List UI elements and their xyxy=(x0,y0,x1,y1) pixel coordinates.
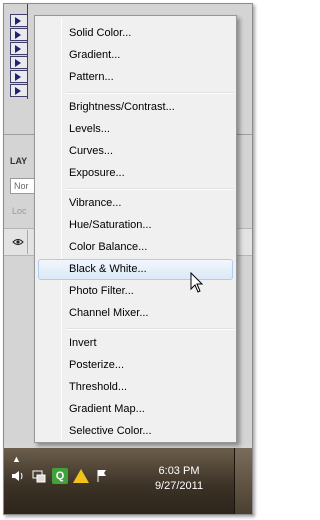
taskbar-clock[interactable]: 6:03 PM 9/27/2011 xyxy=(144,464,214,494)
menu-item-vibrance[interactable]: Vibrance... xyxy=(38,193,233,214)
adjustment-layer-menu: Solid Color... Gradient... Pattern... Br… xyxy=(34,15,237,443)
clock-time: 6:03 PM xyxy=(158,465,200,477)
action-expand-toggle[interactable] xyxy=(10,28,28,41)
warning-icon[interactable] xyxy=(73,468,89,484)
system-tray: Q xyxy=(10,468,110,484)
menu-item-curves[interactable]: Curves... xyxy=(38,141,233,162)
taskbar: ▲ Q 6:03 PM 9/27/2011 xyxy=(4,448,252,514)
lock-label: Loc xyxy=(12,206,27,216)
menu-item-threshold[interactable]: Threshold... xyxy=(38,377,233,398)
menu-item-hue-saturation[interactable]: Hue/Saturation... xyxy=(38,215,233,236)
eye-icon xyxy=(11,239,24,245)
menu-separator xyxy=(66,188,234,190)
menu-item-invert[interactable]: Invert xyxy=(38,333,233,354)
speaker-icon[interactable] xyxy=(10,468,26,484)
menu-item-gradient-map[interactable]: Gradient Map... xyxy=(38,399,233,420)
menu-item-exposure[interactable]: Exposure... xyxy=(38,163,233,184)
show-desktop-button[interactable] xyxy=(234,448,252,514)
show-hidden-icons-icon[interactable]: ▲ xyxy=(12,454,21,464)
menu-item-gradient[interactable]: Gradient... xyxy=(38,45,233,66)
action-expand-toggle[interactable] xyxy=(10,70,28,83)
menu-item-channel-mixer[interactable]: Channel Mixer... xyxy=(38,303,233,324)
play-triangle-icon xyxy=(15,87,21,95)
network-icon[interactable] xyxy=(31,468,47,484)
screenshot-frame: LAY Nor Loc ◐▭▥ ▲ Q xyxy=(3,3,253,515)
layers-tab[interactable]: LAY xyxy=(10,156,27,166)
action-expand-toggle[interactable] xyxy=(10,14,28,27)
menu-item-posterize[interactable]: Posterize... xyxy=(38,355,233,376)
play-triangle-icon xyxy=(15,17,21,25)
action-expand-toggle[interactable] xyxy=(10,84,28,97)
action-expand-toggle[interactable] xyxy=(10,42,28,55)
menu-separator xyxy=(66,92,234,94)
blend-mode-select[interactable]: Nor xyxy=(10,178,36,194)
layer-visibility-toggle[interactable] xyxy=(8,230,28,254)
menu-item-brightness-contrast[interactable]: Brightness/Contrast... xyxy=(38,97,233,118)
menu-item-selective-color[interactable]: Selective Color... xyxy=(38,421,233,442)
action-center-flag-icon[interactable] xyxy=(94,468,110,484)
play-triangle-icon xyxy=(15,31,21,39)
menu-separator xyxy=(66,328,234,330)
menu-item-color-balance[interactable]: Color Balance... xyxy=(38,237,233,258)
action-expand-toggle[interactable] xyxy=(10,56,28,69)
menu-item-levels[interactable]: Levels... xyxy=(38,119,233,140)
play-triangle-icon xyxy=(15,59,21,67)
play-triangle-icon xyxy=(15,73,21,81)
menu-item-solid-color[interactable]: Solid Color... xyxy=(38,23,233,44)
menu-item-pattern[interactable]: Pattern... xyxy=(38,67,233,88)
quicktime-icon[interactable]: Q xyxy=(52,468,68,484)
play-triangle-icon xyxy=(15,45,21,53)
mouse-pointer-icon xyxy=(190,272,204,293)
clock-date: 9/27/2011 xyxy=(154,480,204,492)
